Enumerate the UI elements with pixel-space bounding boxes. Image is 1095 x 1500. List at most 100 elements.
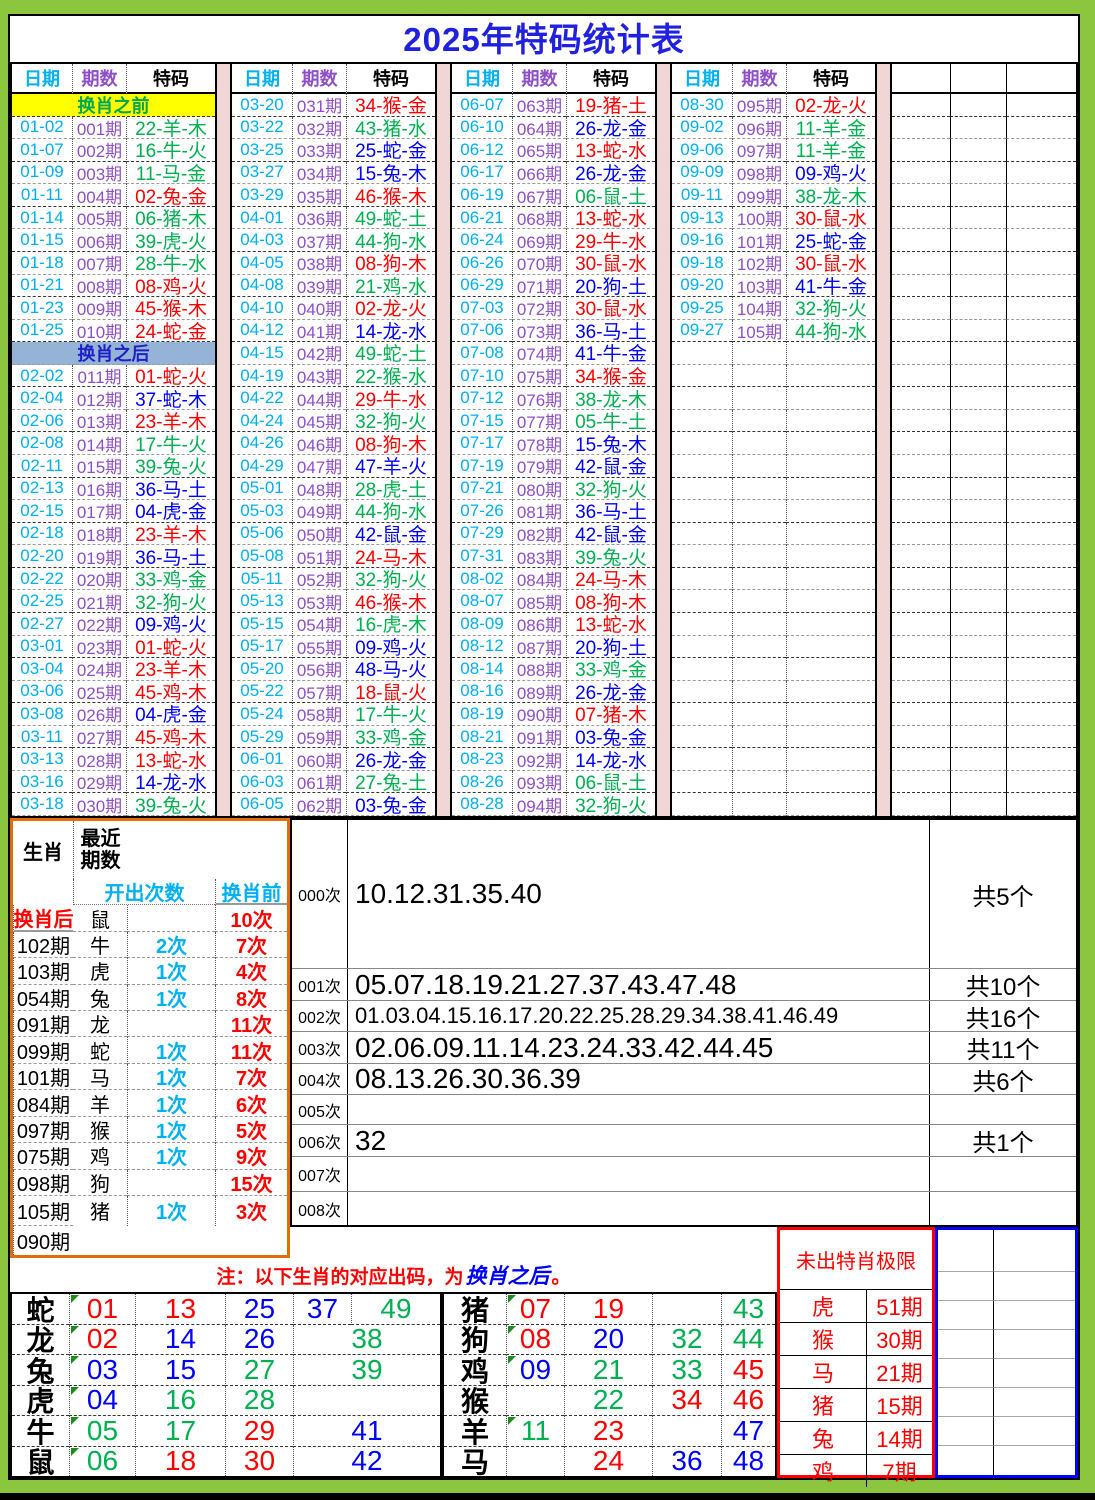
- empty-cell: [950, 139, 1006, 162]
- bottom-number: 47: [721, 1416, 775, 1447]
- frequency-table: 000次10.12.31.35.40共5个001次05.07.18.19.21.…: [290, 818, 1078, 1227]
- stat-zodiac: 虎: [73, 958, 127, 984]
- code-cell: 39-兔-火: [566, 545, 655, 568]
- period-cell: 011期: [72, 365, 126, 388]
- frequency-label: 002次: [292, 1001, 348, 1031]
- code-cell: 32-狗-火: [346, 568, 435, 591]
- period-cell: [732, 500, 786, 523]
- date-cell: 02-25: [12, 590, 72, 613]
- bottom-number: 02: [69, 1325, 135, 1356]
- period-cell: 088期: [512, 658, 566, 681]
- code-cell: 19-猪-土: [566, 94, 655, 117]
- period-cell: 085期: [512, 590, 566, 613]
- period-cell: 091期: [512, 726, 566, 749]
- period-cell: 012期: [72, 387, 126, 410]
- period-cell: 079期: [512, 455, 566, 478]
- date-cell: 05-01: [232, 478, 292, 501]
- empty-cell: [1006, 545, 1076, 568]
- frequency-label: 008次: [292, 1192, 348, 1225]
- code-cell: 15-兔-木: [346, 162, 435, 185]
- period-cell: [732, 658, 786, 681]
- code-cell: 13-蛇-水: [566, 613, 655, 636]
- stat-recent: 090期: [13, 1226, 73, 1255]
- date-cell: 07-19: [452, 455, 512, 478]
- period-cell: 047期: [292, 455, 346, 478]
- stat-recent: 054期: [13, 985, 73, 1011]
- stat-recent: 101期: [13, 1064, 73, 1090]
- date-cell: 04-08: [232, 275, 292, 298]
- period-cell: 073期: [512, 320, 566, 343]
- limit-zodiac: 猴: [780, 1322, 866, 1355]
- code-cell: [786, 455, 875, 478]
- period-cell: [732, 568, 786, 591]
- date-cell: 06-10: [452, 117, 512, 140]
- date-cell: 05-15: [232, 613, 292, 636]
- bottom-number: 23: [564, 1416, 652, 1447]
- date-cell: 07-31: [452, 545, 512, 568]
- empty-cell: [892, 658, 950, 681]
- period-cell: 094期: [512, 793, 566, 816]
- blue-box-cell: [993, 1446, 1075, 1475]
- code-cell: 26-龙-金: [566, 162, 655, 185]
- empty-columns: [890, 62, 1078, 818]
- stat-after: 11次: [215, 1037, 287, 1063]
- period-cell: [732, 545, 786, 568]
- bottom-number: 15: [135, 1355, 225, 1386]
- empty-cell: [950, 613, 1006, 636]
- date-cell: [672, 432, 732, 455]
- period-cell: 008期: [72, 275, 126, 298]
- bottom-number: 04: [69, 1386, 135, 1417]
- date-cell: 05-29: [232, 726, 292, 749]
- bottom-zodiac: 鸡: [444, 1355, 506, 1386]
- stat-recent: 099期: [13, 1037, 73, 1063]
- date-cell: 01-25: [12, 320, 72, 343]
- empty-cell: [892, 613, 950, 636]
- bottom-number: 13: [135, 1294, 225, 1325]
- empty-cell: [892, 387, 950, 410]
- recent-header-line2: 期数: [81, 850, 121, 872]
- code-cell: 25-蛇-金: [346, 139, 435, 162]
- empty-cell: [950, 252, 1006, 275]
- period-cell: 030期: [72, 793, 126, 816]
- code-cell: 44-狗-水: [346, 229, 435, 252]
- date-cell: 03-25: [232, 139, 292, 162]
- empty-cell: [1006, 478, 1076, 501]
- frequency-row: 006次32共1个: [292, 1124, 1076, 1156]
- period-cell: 070期: [512, 252, 566, 275]
- date-cell: 08-19: [452, 703, 512, 726]
- period-cell: 063期: [512, 94, 566, 117]
- limit-zodiac: 兔: [780, 1421, 866, 1454]
- stat-before: 1次: [127, 1037, 215, 1063]
- bottom-number: 21: [564, 1355, 652, 1386]
- date-cell: 01-07: [12, 139, 72, 162]
- recent-header-line1: 最近: [81, 828, 121, 850]
- main-table-group-4: 日期期数特码08-30095期02-龙-火09-02096期11-羊-金09-0…: [670, 62, 877, 818]
- bottom-number: 25: [225, 1294, 293, 1325]
- code-cell: 16-牛-火: [126, 139, 215, 162]
- period-cell: 066期: [512, 162, 566, 185]
- bottom-zodiac: 蛇: [12, 1294, 69, 1325]
- frequency-row: 000次10.12.31.35.40共5个: [292, 820, 1076, 968]
- code-cell: 39-兔-火: [126, 793, 215, 816]
- bottom-number: [293, 1386, 440, 1417]
- period-cell: 046期: [292, 432, 346, 455]
- code-cell: 06-猪-木: [126, 207, 215, 230]
- date-cell: 06-24: [452, 229, 512, 252]
- date-cell: 05-13: [232, 590, 292, 613]
- date-cell: 04-12: [232, 320, 292, 343]
- code-header: 特码: [346, 64, 435, 94]
- date-cell: 04-01: [232, 207, 292, 230]
- recent-header: 最近期数: [73, 821, 127, 879]
- code-cell: 32-狗-火: [126, 590, 215, 613]
- code-cell: 07-猪-木: [566, 703, 655, 726]
- stat-recent: 102期: [13, 932, 73, 958]
- period-cell: 068期: [512, 207, 566, 230]
- date-cell: 03-29: [232, 184, 292, 207]
- code-cell: 11-羊-金: [786, 139, 875, 162]
- period-cell: [732, 771, 786, 794]
- date-cell: 03-27: [232, 162, 292, 185]
- empty-cell: [1006, 636, 1076, 659]
- empty-cell: [950, 793, 1006, 816]
- date-cell: 04-15: [232, 342, 292, 365]
- code-cell: 14-龙-水: [566, 748, 655, 771]
